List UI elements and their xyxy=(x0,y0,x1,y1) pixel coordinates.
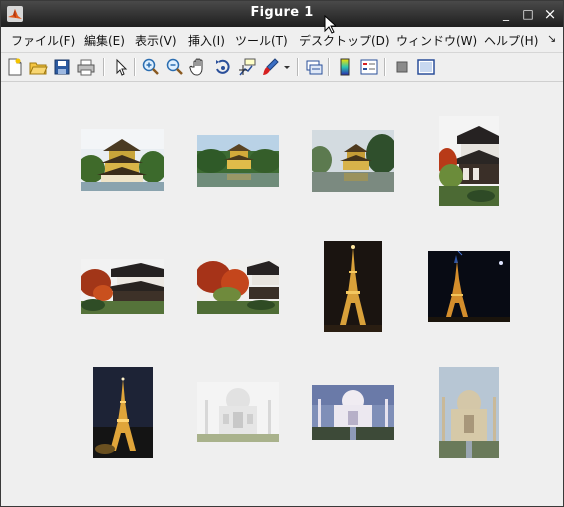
toolbar-separator xyxy=(328,58,330,76)
menu-help[interactable]: ヘルプ(H) xyxy=(484,32,538,49)
image-taj-mahal-3 xyxy=(439,367,499,458)
close-button[interactable]: × xyxy=(541,5,559,23)
image-kyoto-temple-1 xyxy=(439,116,499,206)
open-file-icon[interactable] xyxy=(28,57,48,77)
data-cursor-icon[interactable] xyxy=(237,57,257,77)
mouse-pointer-icon xyxy=(324,14,338,34)
image-taj-mahal-2 xyxy=(312,385,394,440)
colorbar-icon[interactable] xyxy=(335,57,355,77)
image-kinkakuji-3 xyxy=(312,130,394,192)
zoom-in-icon[interactable] xyxy=(141,57,161,77)
figure-canvas[interactable] xyxy=(1,82,563,506)
figure-toolbar xyxy=(1,53,563,82)
legend-icon[interactable] xyxy=(359,57,379,77)
menu-tools[interactable]: ツール(T) xyxy=(235,32,288,49)
image-kyoto-temple-2 xyxy=(81,259,164,314)
zoom-out-icon[interactable] xyxy=(165,57,185,77)
title-bar[interactable]: Figure 1 _ □ × xyxy=(1,1,563,27)
image-taj-mahal-1 xyxy=(197,382,279,442)
hide-plot-tools-icon[interactable] xyxy=(392,57,412,77)
image-eiffel-tower-3 xyxy=(93,367,153,458)
menu-insert[interactable]: 挿入(I) xyxy=(188,32,225,49)
window-title: Figure 1 xyxy=(250,5,314,20)
toolbar-separator xyxy=(384,58,386,76)
edit-plot-arrow-icon[interactable] xyxy=(111,57,131,77)
rotate-3d-icon[interactable] xyxy=(213,57,233,77)
show-plot-tools-icon[interactable] xyxy=(416,57,436,77)
image-kinkakuji-2 xyxy=(197,135,279,187)
image-kyoto-temple-3 xyxy=(197,259,279,314)
menu-desktop[interactable]: デスクトップ(D) xyxy=(299,32,390,49)
new-figure-icon[interactable] xyxy=(5,57,25,77)
image-eiffel-tower-2 xyxy=(428,251,510,322)
print-icon[interactable] xyxy=(76,57,96,77)
menu-bar: ファイル(F) 編集(E) 表示(V) 挿入(I) ツール(T) デスクトップ(… xyxy=(1,27,563,53)
toolbar-separator xyxy=(103,58,105,76)
pan-hand-icon[interactable] xyxy=(189,57,209,77)
minimize-button[interactable]: _ xyxy=(497,5,515,23)
link-plot-icon[interactable] xyxy=(304,57,324,77)
maximize-button[interactable]: □ xyxy=(519,5,537,23)
menu-window[interactable]: ウィンドウ(W) xyxy=(396,32,477,49)
menu-view[interactable]: 表示(V) xyxy=(135,32,177,49)
brush-icon[interactable] xyxy=(260,57,280,77)
menu-overflow-icon[interactable]: ↘ xyxy=(547,32,556,45)
menu-edit[interactable]: 編集(E) xyxy=(84,32,125,49)
menu-file[interactable]: ファイル(F) xyxy=(11,32,75,49)
image-kinkakuji-1 xyxy=(81,129,164,191)
figure-window: Figure 1 _ □ × ファイル(F) 編集(E) 表示(V) 挿入(I)… xyxy=(0,0,564,507)
brush-dropdown-icon[interactable] xyxy=(282,57,292,77)
toolbar-separator xyxy=(297,58,299,76)
image-eiffel-tower-1 xyxy=(324,241,382,332)
toolbar-separator xyxy=(134,58,136,76)
save-icon[interactable] xyxy=(52,57,72,77)
